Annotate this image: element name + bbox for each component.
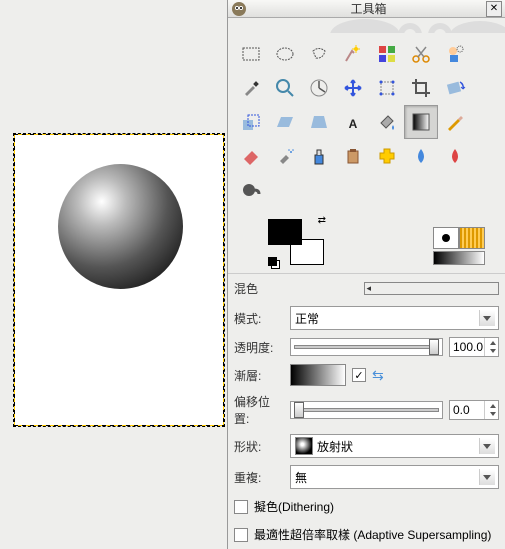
bucket-fill-tool[interactable] [370, 105, 404, 139]
tool-grid: A [228, 33, 505, 211]
measure-tool[interactable] [302, 71, 336, 105]
clone-tool[interactable] [336, 139, 370, 173]
chevron-down-icon [483, 444, 491, 449]
fuzzy-select-tool[interactable] [336, 37, 370, 71]
scale-tool[interactable] [234, 105, 268, 139]
zoom-tool[interactable] [268, 71, 302, 105]
gradient-indicator[interactable] [433, 251, 485, 265]
toolbox-window: 工具箱 ✕ A [227, 0, 505, 549]
gradient-label: 漸層: [234, 367, 284, 384]
crop-tool[interactable] [404, 71, 438, 105]
canvas-border [13, 133, 225, 427]
blur-tool[interactable] [404, 139, 438, 173]
reverse-checkbox[interactable]: ✓ [352, 368, 366, 382]
fg-color-swatch[interactable] [268, 219, 302, 245]
shape-label: 形狀: [234, 438, 284, 455]
titlebar[interactable]: 工具箱 ✕ [228, 0, 505, 18]
text-tool[interactable]: A [336, 105, 370, 139]
repeat-label: 重複: [234, 469, 284, 486]
align-tool[interactable] [370, 71, 404, 105]
color-select-tool[interactable] [370, 37, 404, 71]
flip-icon[interactable]: ⇆ [372, 367, 384, 384]
brush-indicator[interactable] [433, 227, 459, 249]
move-tool[interactable] [336, 71, 370, 105]
repeat-combo[interactable]: 無 [290, 465, 499, 489]
tool-options: 混色 ◂ 模式: 正常 透明度: 100.0 漸層: [228, 273, 505, 549]
options-menu-button[interactable]: ◂ [364, 282, 500, 295]
options-title: 混色 [234, 280, 364, 297]
ink-tool[interactable] [302, 139, 336, 173]
mode-combo[interactable]: 正常 [290, 306, 499, 330]
spin-up-icon[interactable] [490, 404, 496, 408]
dithering-label: 擬色(Dithering) [254, 498, 334, 515]
options-header: 混色 ◂ [234, 278, 499, 299]
ellipse-select-tool[interactable] [268, 37, 302, 71]
supersampling-label: 最適性超倍率取樣 (Adaptive Supersampling) [254, 526, 491, 543]
shape-value: 放射狀 [317, 438, 353, 455]
airbrush-tool[interactable] [268, 139, 302, 173]
spin-down-icon[interactable] [490, 412, 496, 416]
supersampling-checkbox[interactable] [234, 528, 248, 542]
spin-down-icon[interactable] [490, 349, 496, 353]
close-button[interactable]: ✕ [486, 1, 502, 17]
sphere-drawing [58, 164, 183, 289]
opacity-spin[interactable]: 100.0 [449, 337, 499, 357]
svg-text:A: A [349, 117, 358, 131]
offset-value: 0.0 [453, 403, 470, 417]
fg-select-tool[interactable] [438, 37, 472, 71]
perspective-tool[interactable] [302, 105, 336, 139]
opacity-slider[interactable] [290, 338, 443, 356]
gradient-button[interactable] [290, 364, 346, 386]
header-decoration [228, 18, 505, 33]
color-area: ⇄ [228, 211, 505, 273]
spin-up-icon[interactable] [490, 341, 496, 345]
heal-tool[interactable] [370, 139, 404, 173]
dithering-checkbox[interactable] [234, 500, 248, 514]
offset-spin[interactable]: 0.0 [449, 400, 499, 420]
dodge-tool[interactable] [438, 139, 472, 173]
shape-combo[interactable]: 放射狀 [290, 434, 499, 458]
scissors-tool[interactable] [404, 37, 438, 71]
rect-select-tool[interactable] [234, 37, 268, 71]
radial-icon [295, 437, 313, 455]
brush-pattern-gradient [433, 227, 485, 265]
mode-label: 模式: [234, 310, 284, 327]
pencil-tool[interactable] [438, 105, 472, 139]
mode-value: 正常 [295, 310, 319, 327]
default-colors-icon[interactable] [268, 257, 278, 267]
eraser-tool[interactable] [234, 139, 268, 173]
color-picker-tool[interactable] [234, 71, 268, 105]
opacity-label: 透明度: [234, 339, 284, 356]
canvas[interactable] [15, 135, 223, 425]
rotate-tool[interactable] [438, 71, 472, 105]
shear-tool[interactable] [268, 105, 302, 139]
window-title: 工具箱 [251, 0, 486, 17]
pattern-indicator[interactable] [459, 227, 485, 249]
opacity-value: 100.0 [453, 340, 483, 354]
canvas-area [13, 133, 225, 427]
swap-colors-icon[interactable]: ⇄ [318, 215, 326, 226]
smudge-tool[interactable] [234, 173, 268, 207]
blend-tool[interactable] [404, 105, 438, 139]
slider-thumb[interactable] [429, 339, 439, 355]
offset-slider[interactable] [290, 401, 443, 419]
chevron-down-icon [483, 475, 491, 480]
gimp-icon [231, 1, 247, 17]
fg-bg-colors[interactable]: ⇄ [268, 219, 324, 265]
offset-label: 偏移位置: [234, 393, 284, 427]
free-select-tool[interactable] [302, 37, 336, 71]
repeat-value: 無 [295, 469, 307, 486]
chevron-down-icon [483, 316, 491, 321]
slider-thumb[interactable] [294, 402, 304, 418]
